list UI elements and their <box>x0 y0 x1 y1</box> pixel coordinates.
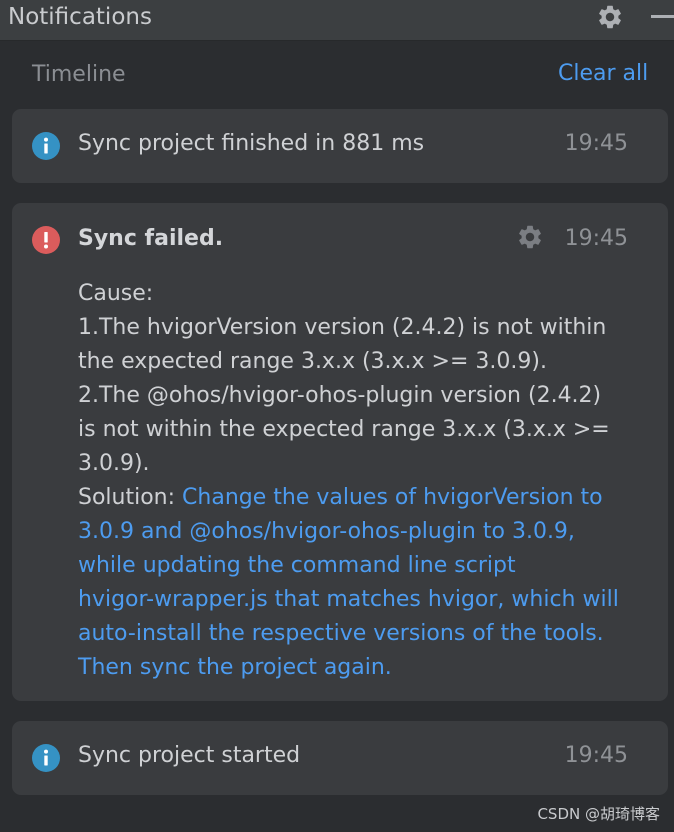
solution-label: Solution: <box>78 485 183 510</box>
gear-icon[interactable] <box>596 3 624 31</box>
gear-icon[interactable] <box>516 223 544 251</box>
panel-title: Notifications <box>8 4 152 30</box>
solution-link[interactable]: Change the values of hvigorVersion to <box>182 485 603 510</box>
title-bar: Notifications <box>0 0 674 41</box>
cause-line: 3.0.9). <box>78 451 150 476</box>
cause-line: the expected range 3.x.x (3.x.x >= 3.0.9… <box>78 349 547 374</box>
solution-link[interactable]: while updating the command line script <box>78 549 648 583</box>
solution-link[interactable]: auto-install the respective versions of … <box>78 617 648 651</box>
minimize-icon <box>651 15 674 18</box>
solution-line: Solution: Change the values of hvigorVer… <box>78 481 648 515</box>
cause-line: is not within the expected range 3.x.x (… <box>78 417 610 442</box>
cause-line: Cause: <box>78 281 154 306</box>
minimize-button[interactable] <box>649 4 674 28</box>
notifications-panel: Notifications Timeline Clear all Sync pr… <box>0 0 674 832</box>
notification-card[interactable]: Sync project started 19:45 <box>12 721 668 795</box>
notification-message: Sync project started <box>78 743 301 768</box>
notification-card-error[interactable]: Sync failed. 19:45 Cause: 1.The hvigorVe… <box>12 203 668 701</box>
info-icon <box>32 744 60 772</box>
notification-message: Sync project finished in 881 ms <box>78 131 425 156</box>
notification-time: 19:45 <box>564 131 628 156</box>
clear-all-link[interactable]: Clear all <box>558 61 648 86</box>
notification-title: Sync failed. <box>78 226 224 251</box>
info-icon <box>32 132 60 160</box>
solution-link[interactable]: 3.0.9 and @ohos/hvigor-ohos-plugin to 3.… <box>78 515 648 549</box>
notification-card[interactable]: Sync project finished in 881 ms 19:45 <box>12 109 668 183</box>
notification-time: 19:45 <box>564 743 628 768</box>
solution-link[interactable]: Then sync the project again. <box>78 651 648 685</box>
timeline-label: Timeline <box>32 62 126 87</box>
cause-line: 2.The @ohos/hvigor-ohos-plugin version (… <box>78 383 602 408</box>
solution-link[interactable]: hvigor-wrapper.js that matches hvigor, w… <box>78 583 648 617</box>
notification-time: 19:45 <box>564 226 628 251</box>
watermark: CSDN @胡琦博客 <box>537 805 660 823</box>
error-icon <box>32 226 60 254</box>
notification-body: Cause: 1.The hvigorVersion version (2.4.… <box>78 277 648 685</box>
cause-line: 1.The hvigorVersion version (2.4.2) is n… <box>78 315 607 340</box>
